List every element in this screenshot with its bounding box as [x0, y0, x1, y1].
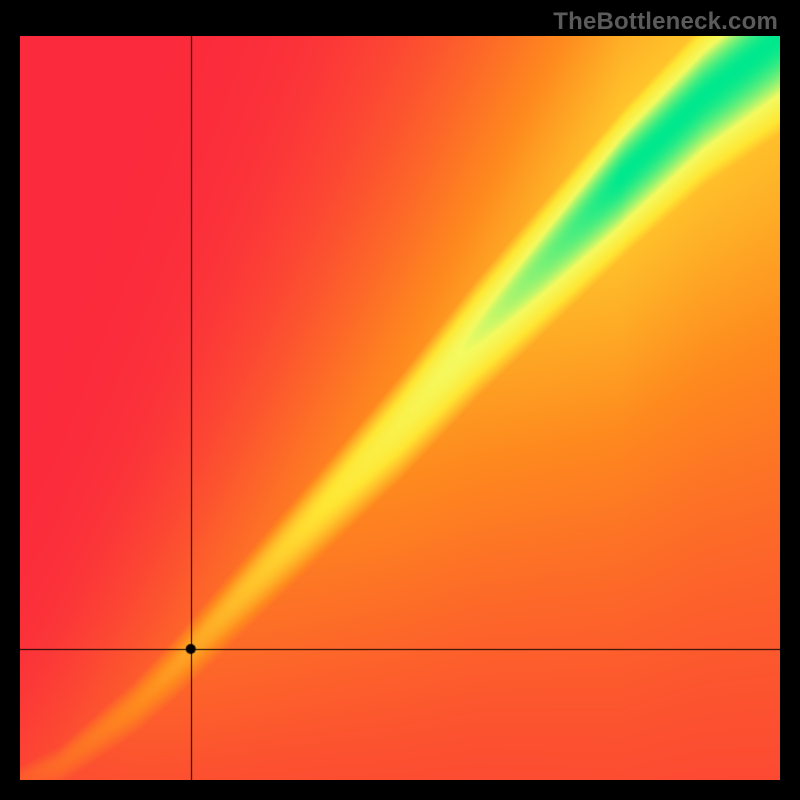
- crosshair-overlay: [20, 36, 780, 780]
- chart-frame: TheBottleneck.com: [0, 0, 800, 800]
- watermark-text: TheBottleneck.com: [553, 8, 778, 36]
- heatmap-plot: [20, 36, 780, 780]
